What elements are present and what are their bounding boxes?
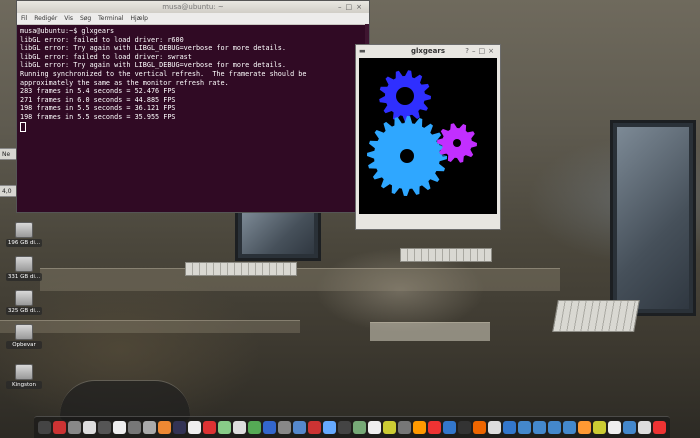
dock-app-icon[interactable]: [218, 421, 231, 434]
close-icon[interactable]: ×: [488, 47, 497, 55]
terminal-line: libGL error: Try again with LIBGL_DEBUG=…: [20, 44, 286, 53]
dock-app-icon[interactable]: [578, 421, 591, 434]
dock-app-icon[interactable]: [473, 421, 486, 434]
hard-drive-icon: [15, 324, 33, 340]
menu-file[interactable]: Fil: [21, 15, 27, 22]
hard-drive-icon: [15, 290, 33, 306]
wallpaper-shelf: [0, 320, 300, 333]
dock-app-icon[interactable]: [638, 421, 651, 434]
terminal-line: libGL error: failed to load driver: swra…: [20, 52, 192, 61]
usb-drive-icon: [15, 364, 33, 380]
dock-app-icon[interactable]: [353, 421, 366, 434]
terminal-cursor: [20, 121, 26, 132]
terminal-line: 198 frames in 5.5 seconds = 35.955 FPS: [20, 112, 176, 121]
wallpaper-monitor-right: [610, 120, 696, 316]
dock-app-icon[interactable]: [248, 421, 261, 434]
dock-app-icon[interactable]: [83, 421, 96, 434]
desktop-icon-kingston[interactable]: Kingston: [6, 364, 42, 389]
terminal-line: 198 frames in 5.5 seconds = 36.121 FPS: [20, 104, 176, 113]
dock-app-icon[interactable]: [323, 421, 336, 434]
dock-app-icon[interactable]: [263, 421, 276, 434]
terminal-title: musa@ubuntu: ~: [162, 3, 224, 11]
terminal-line: 283 frames in 5.4 seconds = 52.476 FPS: [20, 87, 176, 96]
desktop-icon-drive-331[interactable]: 331 GB di...: [6, 256, 42, 281]
maximize-icon[interactable]: □: [479, 47, 489, 55]
dock-app-icon[interactable]: [53, 421, 66, 434]
dock-app-icon[interactable]: [128, 421, 141, 434]
dock-app-icon[interactable]: [593, 421, 606, 434]
dock-app-icon[interactable]: [68, 421, 81, 434]
glxgears-titlebar[interactable]: ▬ glxgears ?–□×: [356, 45, 500, 57]
wallpaper-monitor-center: [235, 205, 321, 261]
dock-app-icon[interactable]: [548, 421, 561, 434]
dock-app-icon[interactable]: [143, 421, 156, 434]
dock-app-icon[interactable]: [503, 421, 516, 434]
gear-large-cyan: [367, 116, 449, 198]
terminal-window[interactable]: musa@ubuntu: ~ –□× Fil Redigér Vis Søg T…: [16, 0, 370, 213]
dock-app-icon[interactable]: [308, 421, 321, 434]
glxgears-window[interactable]: ▬ glxgears ?–□×: [355, 44, 501, 230]
wallpaper-box: [370, 322, 490, 341]
dock-bar: [34, 416, 670, 438]
menu-terminal[interactable]: Terminal: [98, 15, 123, 22]
desktop-icon-opbevar[interactable]: Opbevar: [6, 324, 42, 349]
wallpaper-keyboard: [185, 262, 297, 276]
dock-app-icon[interactable]: [458, 421, 471, 434]
menu-view[interactable]: Vis: [64, 15, 73, 22]
menu-edit[interactable]: Redigér: [34, 15, 57, 22]
dock-app-icon[interactable]: [383, 421, 396, 434]
hard-drive-icon: [15, 256, 33, 272]
dock-app-icon[interactable]: [518, 421, 531, 434]
wallpaper-chair: [60, 380, 190, 421]
dock-app-icon[interactable]: [488, 421, 501, 434]
minimize-icon[interactable]: –: [338, 3, 346, 11]
help-icon[interactable]: ?: [465, 47, 472, 55]
dock-app-icon[interactable]: [428, 421, 441, 434]
gear-small-blue: [379, 70, 433, 124]
dock-app-icon[interactable]: [653, 421, 666, 434]
terminal-line: libGL error: failed to load driver: r600: [20, 35, 184, 44]
wallpaper-keyboard-center: [400, 248, 492, 262]
terminal-line: musa@ubuntu:~$ glxgears: [20, 27, 115, 35]
dock-app-icon[interactable]: [233, 421, 246, 434]
hard-drive-icon: [15, 222, 33, 238]
menu-help[interactable]: Hjælp: [130, 15, 148, 22]
dock-app-icon[interactable]: [623, 421, 636, 434]
dock-app-icon[interactable]: [203, 421, 216, 434]
terminal-line: libGL error: Try again with LIBGL_DEBUG=…: [20, 61, 286, 70]
maximize-icon[interactable]: □: [346, 3, 357, 11]
terminal-line: approximately the same as the monitor re…: [20, 78, 229, 87]
wallpaper-desk: [40, 268, 560, 291]
dock-app-icon[interactable]: [563, 421, 576, 434]
glxgears-title: glxgears: [410, 47, 446, 55]
gears-canvas: [359, 58, 497, 214]
dock-app-icon[interactable]: [293, 421, 306, 434]
dock-app-icon[interactable]: [368, 421, 381, 434]
dock-app-icon[interactable]: [38, 421, 51, 434]
desktop-icon-drive-196[interactable]: 196 GB di...: [6, 222, 42, 247]
terminal-output[interactable]: musa@ubuntu:~$ glxgears libGL error: fail…: [17, 25, 369, 134]
terminal-titlebar[interactable]: musa@ubuntu: ~ –□×: [17, 1, 369, 13]
dock-app-icon[interactable]: [158, 421, 171, 434]
gears-svg: [367, 70, 479, 198]
dock-app-icon[interactable]: [188, 421, 201, 434]
desktop-icon-drive-325[interactable]: 325 GB di...: [6, 290, 42, 315]
dock-app-icon[interactable]: [113, 421, 126, 434]
wallpaper-keyboard-right: [552, 300, 640, 332]
menu-search[interactable]: Søg: [80, 15, 91, 22]
dock-app-icon[interactable]: [278, 421, 291, 434]
terminal-line: Running synchronized to the vertical ref…: [20, 69, 307, 78]
dock-app-icon[interactable]: [413, 421, 426, 434]
terminal-menubar: Fil Redigér Vis Søg Terminal Hjælp: [17, 13, 369, 25]
dock-app-icon[interactable]: [98, 421, 111, 434]
dock-app-icon[interactable]: [338, 421, 351, 434]
terminal-line: 271 frames in 6.0 seconds = 44.885 FPS: [20, 95, 176, 104]
dock-app-icon[interactable]: [173, 421, 186, 434]
window-menu-icon[interactable]: ▬: [359, 45, 366, 57]
dock-app-icon[interactable]: [398, 421, 411, 434]
dock-app-icon[interactable]: [443, 421, 456, 434]
dock-app-icon[interactable]: [608, 421, 621, 434]
dock-app-icon[interactable]: [533, 421, 546, 434]
close-icon[interactable]: ×: [356, 3, 366, 11]
